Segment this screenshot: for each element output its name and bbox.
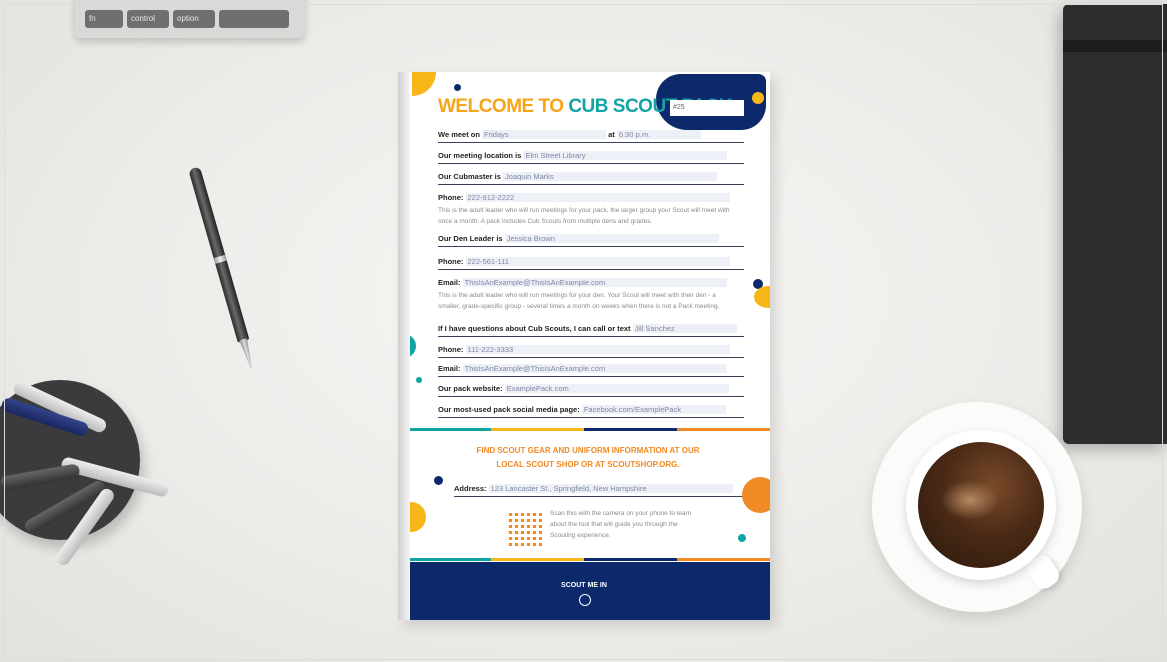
- address-row: Address: 123 Lancaster St., Springfield,…: [454, 484, 733, 496]
- dot-decoration: [454, 84, 461, 91]
- row-rule: [438, 357, 744, 358]
- phone-value: 222-561-111: [465, 257, 730, 266]
- pack-number-field: #25: [670, 100, 744, 116]
- social-value: Facebook.com/ExamplePack: [581, 405, 726, 414]
- social-label: Our most-used pack social media page:: [438, 405, 580, 414]
- color-divider: [398, 558, 770, 561]
- qr-code-pattern: [506, 510, 542, 546]
- keyboard-key: [219, 10, 289, 28]
- dot-decoration: [416, 377, 422, 383]
- book-spine-edge: [398, 72, 410, 620]
- cubmaster-row: Our Cubmaster is Joaquin Marks: [438, 172, 718, 184]
- email-value: ThisIsAnExample@ThisIsAnExample.com: [462, 278, 727, 287]
- row-rule: [438, 336, 744, 337]
- location-label: Our meeting location is: [438, 151, 522, 160]
- row-rule: [438, 269, 744, 270]
- phone-value: 222-912-2222: [465, 193, 730, 202]
- email-label: Email:: [438, 278, 461, 287]
- address-value: 123 Lancaster St., Springfield, New Hamp…: [488, 484, 733, 493]
- row-rule: [454, 496, 744, 497]
- phone-row: Phone: 111-222-3333: [438, 345, 730, 357]
- cubmaster-label: Our Cubmaster is: [438, 172, 501, 181]
- row-rule: [438, 417, 744, 418]
- dot-decoration: [754, 286, 770, 308]
- row-rule: [438, 396, 744, 397]
- coffee-crema: [940, 480, 1000, 520]
- address-label: Address:: [454, 484, 487, 493]
- gear-heading-line2: LOCAL SCOUT SHOP OR AT SCOUTSHOP.ORG.: [496, 460, 680, 469]
- at-label: at: [608, 130, 615, 139]
- den-leader-note: This is the adult leader who will run me…: [438, 292, 720, 310]
- website-label: Our pack website:: [438, 384, 503, 393]
- dot-decoration: [738, 534, 746, 542]
- email-label: Email:: [438, 364, 461, 373]
- dot-decoration: [752, 92, 764, 104]
- email-row: Email: ThisIsAnExample@ThisIsAnExample.c…: [438, 278, 727, 290]
- row-rule: [438, 142, 744, 143]
- row-rule: [438, 376, 744, 377]
- cubmaster-value: Joaquin Marks: [503, 172, 718, 181]
- questions-value: Jill Sanchez: [632, 324, 737, 333]
- at-value: 6:30 p.m.: [616, 130, 701, 139]
- keyboard: fn control option: [75, 0, 305, 38]
- phone-value: 111-222-3333: [465, 345, 730, 354]
- meet-label: We meet on: [438, 130, 480, 139]
- location-value: Elm Street Library: [523, 151, 728, 160]
- row-rule: [438, 184, 744, 185]
- phone-row: Phone: 222-912-2222: [438, 193, 730, 205]
- keyboard-key-option: option: [173, 10, 215, 28]
- website-row: Our pack website: ExamplePack.com: [438, 384, 729, 396]
- row-rule: [438, 163, 744, 164]
- den-leader-row: Our Den Leader is Jessica Brown: [438, 234, 719, 246]
- dot-decoration: [742, 477, 770, 513]
- gear-heading-line1: FIND SCOUT GEAR AND UNIFORM INFORMATION …: [476, 446, 700, 455]
- email-row: Email: ThisIsAnExample@ThisIsAnExample.c…: [438, 364, 727, 376]
- meet-value: Fridays: [482, 130, 607, 139]
- phone-label: Phone:: [438, 193, 464, 202]
- phone-row: Phone: 222-561-111: [438, 257, 730, 269]
- fleur-de-lis-badge-icon: [579, 594, 591, 606]
- keyboard-key-control: control: [127, 10, 169, 28]
- email-value: ThisIsAnExample@ThisIsAnExample.com: [462, 364, 727, 373]
- yellow-blob-decoration: [412, 72, 436, 96]
- social-row: Our most-used pack social media page: Fa…: [438, 405, 726, 417]
- cub-scout-flyer: WELCOME TO CUB SCOUT PACK #25 We meet on…: [398, 72, 770, 620]
- keyboard-key-fn: fn: [85, 10, 123, 28]
- gear-heading: FIND SCOUT GEAR AND UNIFORM INFORMATION …: [458, 444, 718, 472]
- location-row: Our meeting location is Elm Street Libra…: [438, 151, 728, 163]
- scout-me-in-logo: SCOUT ME IN: [561, 582, 607, 589]
- footer-band: [398, 562, 770, 620]
- website-value: ExamplePack.com: [504, 384, 729, 393]
- den-leader-value: Jessica Brown: [504, 234, 719, 243]
- title-welcome: WELCOME TO: [438, 96, 564, 117]
- phone-label: Phone:: [438, 257, 464, 266]
- dot-decoration: [434, 476, 443, 485]
- questions-label: If I have questions about Cub Scouts, I …: [438, 324, 631, 333]
- den-leader-label: Our Den Leader is: [438, 234, 503, 243]
- color-divider: [398, 428, 770, 431]
- cubmaster-note: This is the adult leader who will run me…: [438, 207, 730, 225]
- black-notebook: [1063, 4, 1167, 444]
- scan-instructions: Scan this with the camera on your phone …: [550, 510, 692, 539]
- row-rule: [438, 246, 744, 247]
- questions-row: If I have questions about Cub Scouts, I …: [438, 324, 737, 336]
- meet-row: We meet on Fridays at 6:30 p.m.: [438, 130, 701, 142]
- phone-label: Phone:: [438, 345, 464, 354]
- notebook-elastic-band: [1063, 40, 1167, 52]
